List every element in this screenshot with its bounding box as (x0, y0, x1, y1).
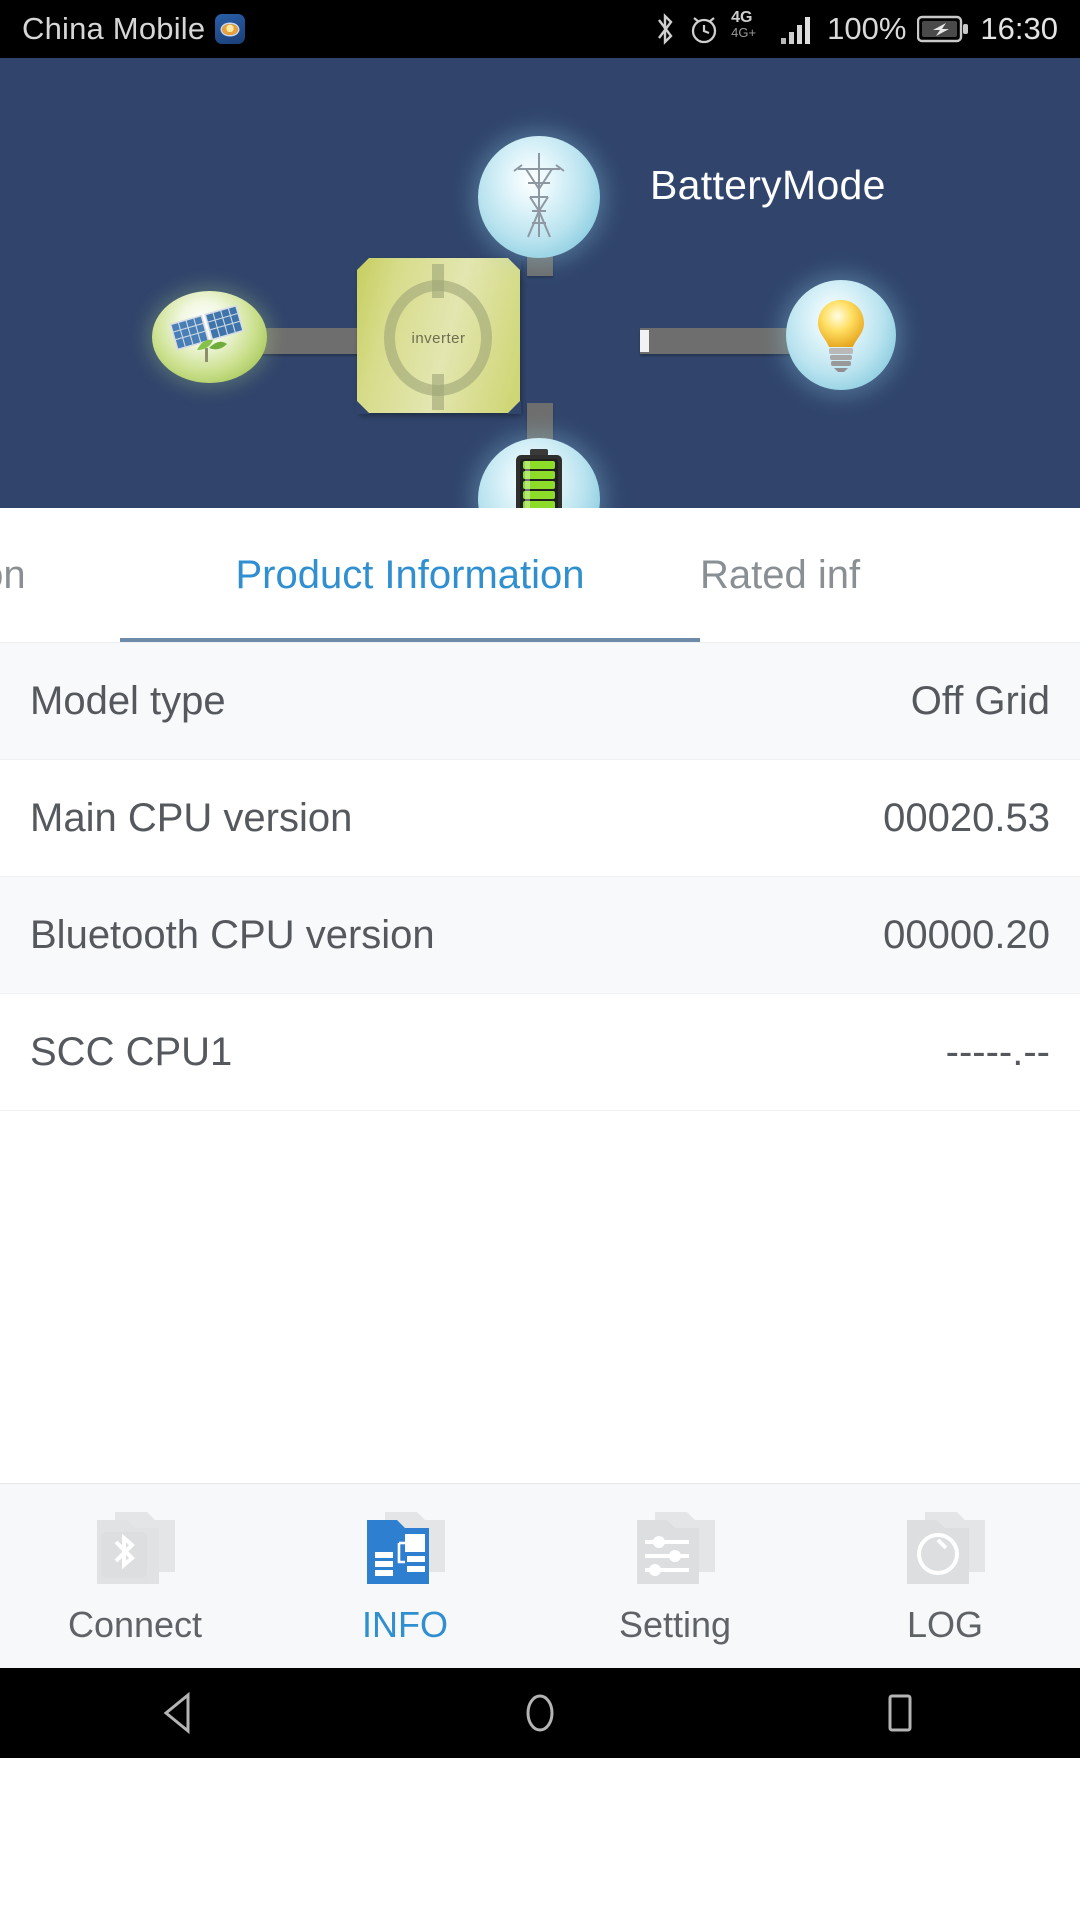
tab-rated-information[interactable]: Rated inf (700, 508, 1080, 642)
row-label: Model type (30, 678, 226, 723)
nav-item-info[interactable]: INFO (270, 1506, 540, 1646)
row-value: -----.-- (945, 1029, 1050, 1074)
carrier-label: China Mobile (22, 11, 206, 46)
sliders-folder-icon (629, 1506, 721, 1590)
mode-title: BatteryMode (650, 162, 886, 208)
status-bar: China Mobile 4G 4G+ 100% 16:30 (0, 0, 1080, 58)
home-circle-icon[interactable] (480, 1690, 600, 1736)
table-row[interactable]: Model type Off Grid (0, 643, 1080, 760)
row-label: Bluetooth CPU version (30, 912, 435, 957)
grid-node[interactable] (478, 136, 600, 258)
network-type-icon: 4G 4G+ (731, 9, 757, 40)
battery-percent-label: 100% (827, 11, 907, 46)
tab-bar[interactable]: ormation Product Information Rated inf (0, 508, 1080, 643)
row-value: 00000.20 (883, 912, 1050, 957)
power-tower-icon (508, 149, 570, 246)
inverter-unit[interactable]: inverter (356, 257, 521, 414)
power-folder-icon (899, 1506, 991, 1590)
table-row[interactable]: SCC CPU1 -----.-- (0, 994, 1080, 1111)
pv-node[interactable] (152, 291, 267, 383)
android-navigation-bar[interactable] (0, 1668, 1080, 1758)
table-row[interactable]: Main CPU version 00020.53 (0, 760, 1080, 877)
solar-panel-icon (167, 302, 253, 373)
nav-item-log[interactable]: LOG (810, 1506, 1080, 1646)
tab-previous-information[interactable]: ormation (0, 508, 120, 642)
status-bar-left: China Mobile (22, 11, 246, 47)
inverter-label: inverter (411, 330, 466, 347)
info-folder-icon (359, 1506, 451, 1590)
row-value: 00020.53 (883, 795, 1050, 840)
nav-item-setting[interactable]: Setting (540, 1506, 810, 1646)
power-flow-diagram[interactable]: BatteryMode inverter (0, 58, 1080, 508)
bluetooth-folder-icon (89, 1506, 181, 1590)
battery-icon (510, 448, 568, 508)
bluetooth-icon (653, 12, 677, 46)
alarm-clock-icon (688, 12, 720, 46)
signal-bars-icon (780, 12, 816, 46)
battery-charging-icon (917, 14, 969, 44)
list-empty-space (0, 1111, 1080, 1483)
status-bar-right: 4G 4G+ 100% 16:30 (653, 9, 1058, 47)
product-information-list: Model type Off Grid Main CPU version 000… (0, 643, 1080, 1483)
battery-node[interactable] (478, 438, 600, 508)
recents-square-icon[interactable] (840, 1690, 960, 1736)
back-triangle-icon[interactable] (120, 1690, 240, 1736)
table-row[interactable]: Bluetooth CPU version 00000.20 (0, 877, 1080, 994)
clock-label: 16:30 (980, 11, 1058, 46)
row-label: SCC CPU1 (30, 1029, 233, 1074)
load-node[interactable] (786, 280, 896, 390)
bottom-navigation-bar[interactable]: Connect INFO Setting LOG (0, 1483, 1080, 1668)
nav-item-connect[interactable]: Connect (0, 1506, 270, 1646)
nav-label-info: INFO (362, 1604, 448, 1645)
row-label: Main CPU version (30, 795, 353, 840)
inverter-stem-bottom (432, 374, 444, 410)
nav-label-setting: Setting (618, 1604, 732, 1645)
light-bulb-icon (813, 294, 869, 377)
nav-label-connect: Connect (67, 1604, 203, 1645)
row-value: Off Grid (910, 678, 1050, 723)
nav-label-log: LOG (906, 1604, 984, 1645)
tab-product-information[interactable]: Product Information (120, 508, 700, 642)
eye-icon (215, 14, 246, 44)
